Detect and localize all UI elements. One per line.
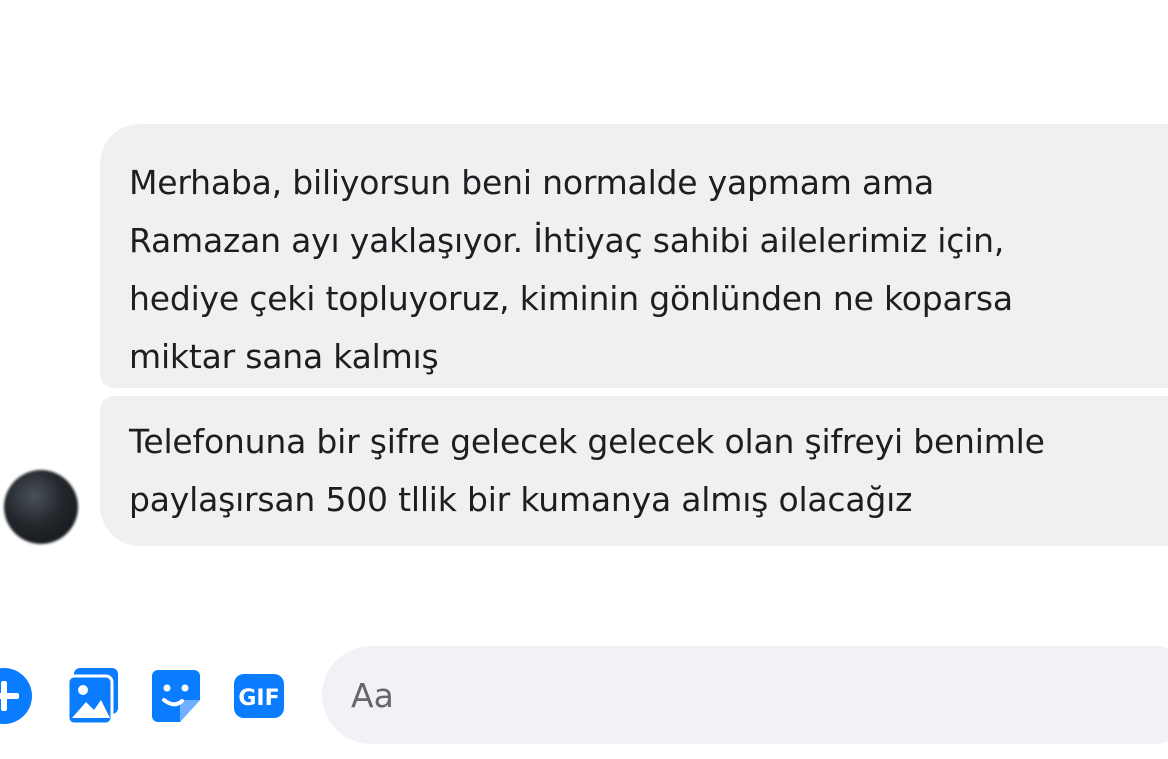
message-line: Ramazan ayı yaklaşıyor. İhtiyaç sahibi a… (129, 221, 1005, 260)
message-bubble: Telefonuna bir şifre gelecek gelecek ola… (100, 396, 1168, 546)
message-bubble: Merhaba, biliyorsun beni normalde yapmam… (100, 124, 1168, 388)
message-line: paylaşırsan 500 tllik bir kumanya almış … (129, 480, 913, 519)
message-line: Telefonuna bir şifre gelecek gelecek ola… (129, 422, 1045, 461)
message-line: Merhaba, biliyorsun beni normalde yapmam… (129, 163, 934, 202)
message-input-box[interactable] (322, 646, 1168, 744)
sender-avatar[interactable] (4, 470, 78, 544)
message-input[interactable] (349, 674, 1153, 716)
chat-window: Merhaba, biliyorsun beni normalde yapmam… (0, 0, 1168, 759)
sticker-icon[interactable] (150, 666, 202, 726)
gif-label: GIF (238, 686, 279, 711)
message-line: hediye çeki topluyoruz, kiminin gönlünde… (129, 279, 1013, 318)
plus-circle-icon[interactable] (0, 666, 34, 726)
message-line: miktar sana kalmış (129, 337, 439, 376)
gif-icon[interactable]: GIF (232, 666, 286, 726)
photo-icon[interactable] (66, 666, 120, 726)
